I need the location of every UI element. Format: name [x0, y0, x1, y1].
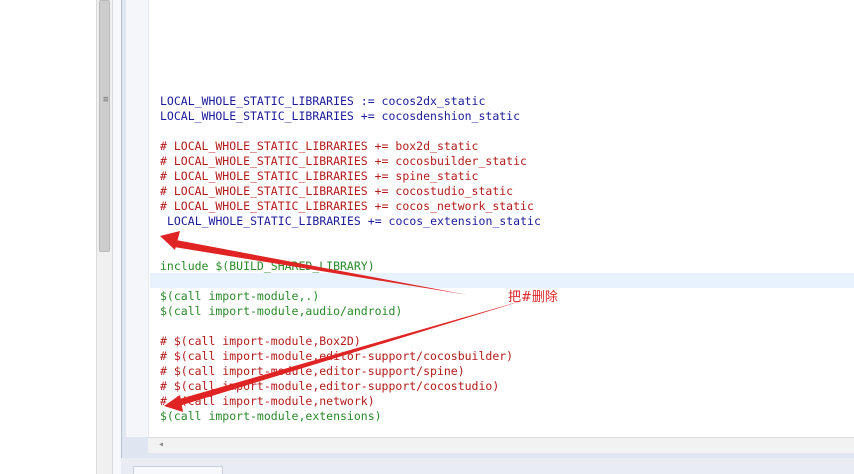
bottom-panel-tab[interactable] [133, 466, 223, 474]
code-line-13[interactable]: # $(call import-module,editor-support/co… [160, 349, 513, 364]
code-line-1[interactable]: LOCAL_WHOLE_STATIC_LIBRARIES := cocos2dx… [160, 94, 485, 109]
triangle-left-icon[interactable]: ◂ [158, 439, 164, 450]
code-line-11[interactable]: $(call import-module,audio/android) [160, 304, 402, 319]
code-line-3[interactable]: # LOCAL_WHOLE_STATIC_LIBRARIES += box2d_… [160, 139, 479, 154]
pane-sash[interactable] [113, 0, 121, 474]
grip-lines-icon: ≡ [103, 95, 109, 105]
bottom-panel-strip [121, 458, 854, 474]
annotation-label: 把#删除 [508, 290, 558, 305]
vertical-scrollbar-thumb[interactable]: ≡ [99, 0, 110, 252]
vertical-scrollbar[interactable]: ≡ [96, 0, 113, 474]
code-line-9[interactable]: include $(BUILD_SHARED_LIBRARY) [160, 259, 375, 274]
code-line-6[interactable]: # LOCAL_WHOLE_STATIC_LIBRARIES += cocost… [160, 184, 513, 199]
code-line-7[interactable]: # LOCAL_WHOLE_STATIC_LIBRARIES += cocos_… [160, 199, 534, 214]
code-line-2[interactable]: LOCAL_WHOLE_STATIC_LIBRARIES += cocosden… [160, 109, 520, 124]
horizontal-scrollbar[interactable]: ◂ [148, 437, 854, 453]
current-line-highlight [150, 273, 854, 288]
code-line-8[interactable]: LOCAL_WHOLE_STATIC_LIBRARIES += cocos_ex… [167, 214, 541, 229]
code-line-16[interactable]: # $(call import-module,network) [160, 394, 375, 409]
code-line-4[interactable]: # LOCAL_WHOLE_STATIC_LIBRARIES += cocosb… [160, 154, 527, 169]
code-line-17[interactable]: $(call import-module,extensions) [160, 409, 382, 424]
code-line-5[interactable]: # LOCAL_WHOLE_STATIC_LIBRARIES += spine_… [160, 169, 479, 184]
editor-gutter [126, 0, 148, 437]
left-pane [0, 0, 96, 474]
code-line-15[interactable]: # $(call import-module,editor-support/co… [160, 379, 499, 394]
code-line-14[interactable]: # $(call import-module,editor-support/sp… [160, 364, 465, 379]
code-line-10[interactable]: $(call import-module,.) [160, 289, 319, 304]
code-line-12[interactable]: # $(call import-module,Box2D) [160, 334, 361, 349]
